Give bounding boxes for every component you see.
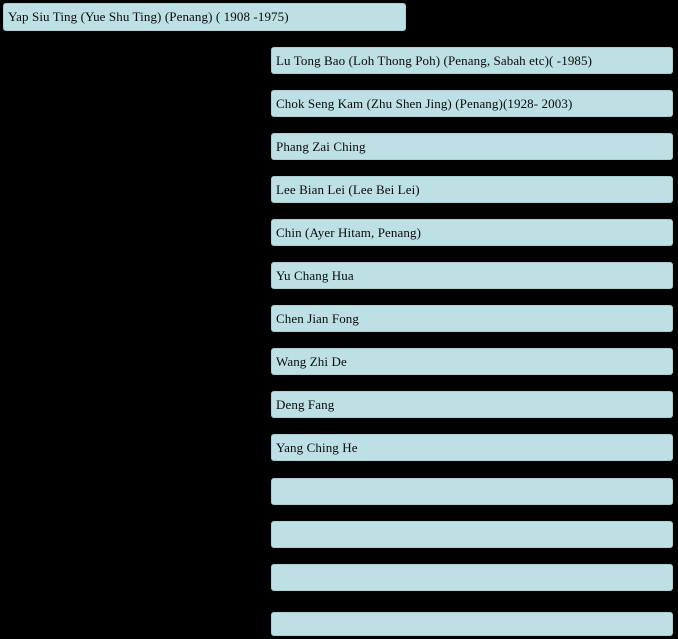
org-node-label: Wang Zhi De bbox=[276, 353, 347, 369]
org-node-label: Phang Zai Ching bbox=[276, 138, 366, 154]
org-node-label: Yang Ching He bbox=[276, 439, 358, 455]
org-node-label: Chok Seng Kam (Zhu Shen Jing) (Penang)(1… bbox=[276, 95, 573, 111]
org-node-label: Lu Tong Bao (Loh Thong Poh) (Penang, Sab… bbox=[276, 52, 593, 68]
org-node-label: Chen Jian Fong bbox=[276, 310, 360, 326]
org-node-child[interactable]: Deng Fang bbox=[271, 391, 673, 418]
org-chart-canvas: Yap Siu Ting (Yue Shu Ting) (Penang) ( 1… bbox=[0, 0, 678, 639]
org-node-label: Lee Bian Lei (Lee Bei Lei) bbox=[276, 181, 420, 197]
org-node-child[interactable]: Lee Bian Lei (Lee Bei Lei) bbox=[271, 176, 673, 203]
org-node-child[interactable] bbox=[271, 478, 673, 505]
org-node-child[interactable]: Yu Chang Hua bbox=[271, 262, 673, 289]
org-node-child[interactable]: Chin (Ayer Hitam, Penang) bbox=[271, 219, 673, 246]
org-node-root[interactable]: Yap Siu Ting (Yue Shu Ting) (Penang) ( 1… bbox=[3, 3, 406, 31]
org-node-child[interactable]: Yang Ching He bbox=[271, 434, 673, 461]
org-node-child[interactable]: Phang Zai Ching bbox=[271, 133, 673, 160]
org-node-child[interactable] bbox=[271, 612, 673, 636]
org-node-child[interactable] bbox=[271, 521, 673, 548]
org-node-child[interactable]: Chok Seng Kam (Zhu Shen Jing) (Penang)(1… bbox=[271, 90, 673, 117]
org-node-label: Yu Chang Hua bbox=[276, 267, 354, 283]
org-node-label: Deng Fang bbox=[276, 396, 335, 412]
org-node-child[interactable] bbox=[271, 564, 673, 591]
org-node-label: Chin (Ayer Hitam, Penang) bbox=[276, 224, 421, 240]
org-node-child[interactable]: Lu Tong Bao (Loh Thong Poh) (Penang, Sab… bbox=[271, 47, 673, 74]
org-node-child[interactable]: Wang Zhi De bbox=[271, 348, 673, 375]
org-node-child[interactable]: Chen Jian Fong bbox=[271, 305, 673, 332]
org-node-label: Yap Siu Ting (Yue Shu Ting) (Penang) ( 1… bbox=[8, 9, 289, 24]
